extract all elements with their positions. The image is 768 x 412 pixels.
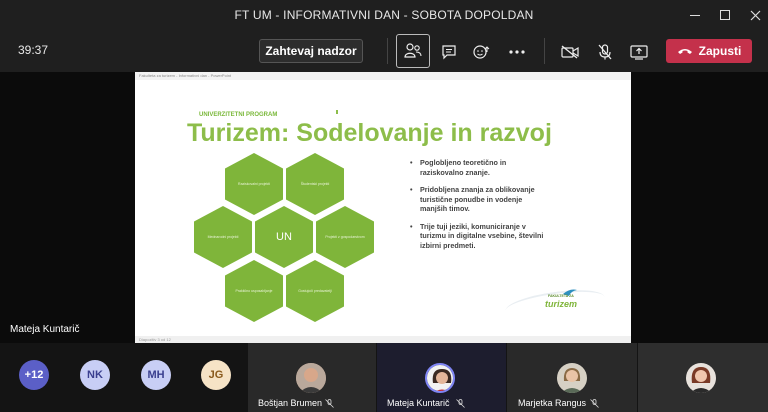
request-control-button[interactable]: Zahtevaj nadzor <box>259 39 363 63</box>
divider <box>387 38 388 64</box>
presenter-name: Mateja Kuntarič <box>10 324 80 335</box>
participant-tile[interactable]: Marjetka Rangus <box>507 343 637 412</box>
hexagon-research: Raziskovalni projekti <box>225 153 283 215</box>
divider <box>544 38 545 64</box>
participant-tile[interactable]: Boštjan Brumen <box>248 343 376 412</box>
leave-label: Zapusti <box>698 44 742 58</box>
shared-slide: Fakulteta za turizem - Informativni dan … <box>135 72 631 343</box>
muted-mic-icon <box>590 399 599 408</box>
participant-name: Marjetka Rangus <box>518 398 587 408</box>
hang-up-icon <box>677 49 692 54</box>
participant-photo <box>557 363 587 393</box>
camera-off-icon[interactable] <box>553 35 587 69</box>
share-screen-icon[interactable] <box>622 35 656 69</box>
participant-name: Mateja Kuntarič <box>387 398 450 408</box>
more-participants-badge[interactable]: +12 <box>19 360 49 390</box>
participant-photo <box>425 363 455 393</box>
powerpoint-title-strip: Fakulteta za turizem - Informativni dan … <box>135 72 631 80</box>
window-title-bar: FT UM - INFORMATIVNI DAN - SOBOTA DOPOLD… <box>0 0 768 30</box>
hexagon-practical-training: Praktično usposabljanje <box>225 260 283 322</box>
reactions-icon[interactable] <box>465 35 499 69</box>
microphone-off-icon[interactable] <box>588 35 622 69</box>
participants-icon[interactable] <box>396 34 430 68</box>
participant-name: Boštjan Brumen <box>258 398 323 408</box>
slide-bullet-list: Poglobljeno teoretično in raziskovalno z… <box>410 158 550 258</box>
hexagon-industry: Projekti z gospodarstvom <box>316 206 374 268</box>
self-view-tile[interactable] <box>638 343 768 412</box>
bullet-item: Trije tuji jeziki, komuniciranje v turiz… <box>410 222 550 251</box>
participant-avatar[interactable]: JG <box>201 360 231 390</box>
window-title: FT UM - INFORMATIVNI DAN - SOBOTA DOPOLD… <box>234 8 534 22</box>
muted-mic-icon <box>325 399 334 408</box>
hexagon-guest-lecturers: Gostujoči predavatelji <box>286 260 344 322</box>
faculty-logo: FAKULTETA ZA turizem <box>485 280 607 323</box>
slide-title: Turizem: Sodelovanje in razvoj <box>187 119 552 147</box>
program-label: UNIVERZITETNI PROGRAM <box>199 112 278 118</box>
maximize-icon[interactable] <box>710 0 740 30</box>
bullet-item: Poglobljeno teoretično in raziskovalno z… <box>410 158 550 177</box>
leave-button[interactable]: Zapusti <box>666 39 752 63</box>
hexagon-center: UN <box>255 206 313 268</box>
participant-tile-active[interactable]: Mateja Kuntarič <box>377 343 506 412</box>
bullet-item: Pridobljena znanja za oblikovanje turist… <box>410 185 550 214</box>
chat-icon[interactable] <box>432 35 466 69</box>
powerpoint-status-strip: Diapozitiv 3 od 12 <box>135 336 631 343</box>
close-icon[interactable] <box>740 0 768 30</box>
shared-content-stage: Fakulteta za turizem - Informativni dan … <box>0 72 768 343</box>
self-view-photo <box>686 363 716 393</box>
participant-photo <box>296 363 326 393</box>
participants-strip: +12 NK MH JG Boštjan Brumen Mateja Kunta… <box>0 343 768 412</box>
hexagon-international: Mednarodni projekti <box>194 206 252 268</box>
participant-avatar[interactable]: NK <box>80 360 110 390</box>
logo-main-text: turizem <box>545 299 578 309</box>
muted-mic-icon <box>456 399 465 408</box>
accent-mark <box>336 110 338 114</box>
minimize-icon[interactable] <box>680 0 710 30</box>
logo-small-text: FAKULTETA ZA <box>548 294 574 298</box>
participant-avatar[interactable]: MH <box>141 360 171 390</box>
meeting-timer: 39:37 <box>18 43 49 57</box>
meeting-control-bar: 39:37 Zahtevaj nadzor Zapusti <box>0 30 768 72</box>
hexagon-student-projects: Študentski projekti <box>286 153 344 215</box>
more-options-icon[interactable] <box>500 35 534 69</box>
